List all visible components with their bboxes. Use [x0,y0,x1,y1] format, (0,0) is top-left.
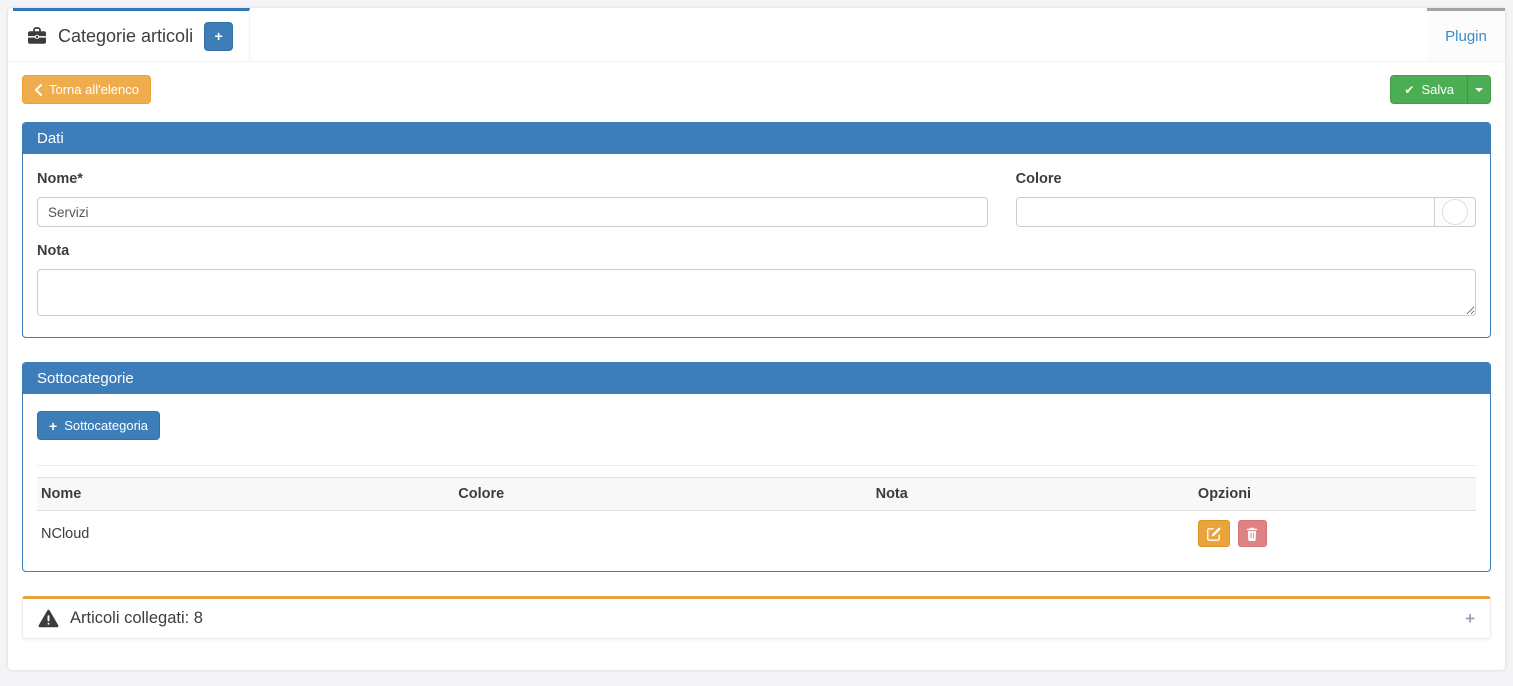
nota-textarea[interactable] [37,269,1476,316]
edit-row-button[interactable] [1198,520,1230,547]
save-dropdown-button[interactable] [1467,75,1491,104]
caret-down-icon [1475,88,1483,92]
column-header-opzioni: Opzioni [1194,478,1476,511]
save-button[interactable]: ✔ Salva [1390,75,1467,104]
articoli-collegati-panel[interactable]: Articoli collegati: 8 + [22,596,1491,639]
save-button-label: Salva [1421,82,1454,97]
sottocategorie-table: Nome Colore Nota Opzioni NCloud [37,477,1476,555]
briefcase-icon [27,27,47,45]
nota-field-group: Nota [37,243,1476,321]
sottocategorie-panel-title: Sottocategorie [23,363,1490,394]
color-picker-addon[interactable] [1435,197,1476,227]
tab-label: Categorie articoli [58,26,193,47]
nome-label: Nome* [37,171,988,187]
add-sottocategoria-button[interactable]: + Sottocategoria [37,411,160,440]
articoli-collegati-label: Articoli collegati: 8 [70,609,203,628]
plus-icon: + [49,419,57,433]
dati-panel: Dati Nome* Colore Nota [22,122,1491,338]
tab-plugin[interactable]: Plugin [1427,8,1505,61]
column-header-nome: Nome [37,478,454,511]
expand-plus-icon[interactable]: + [1465,610,1475,627]
warning-triangle-icon [38,609,59,628]
dati-panel-body: Nome* Colore Nota [23,154,1490,337]
sottocategorie-panel: Sottocategorie + Sottocategoria Nome Col… [22,362,1491,572]
cell-nota [872,511,1194,556]
main-content-card: Categorie articoli + Plugin Torna all'el… [8,8,1505,670]
edit-pencil-icon [1207,527,1221,541]
action-toolbar: Torna all'elenco ✔ Salva [8,62,1505,122]
cell-colore [454,511,871,556]
nome-field-group: Nome* [37,171,988,227]
tab-categorie-articoli[interactable]: Categorie articoli + [13,8,250,61]
colore-field-group: Colore [1016,171,1476,227]
add-sottocategoria-label: Sottocategoria [64,418,148,433]
cell-nome: NCloud [37,511,454,556]
chevron-left-icon [34,84,42,96]
column-header-nota: Nota [872,478,1194,511]
plugin-link[interactable]: Plugin [1445,28,1487,45]
colore-input[interactable] [1016,197,1435,227]
plus-icon: + [214,29,222,43]
nome-input[interactable] [37,197,988,227]
tab-bar: Categorie articoli + Plugin [8,8,1505,62]
delete-row-button[interactable] [1238,520,1267,547]
back-button-label: Torna all'elenco [49,82,139,97]
check-icon: ✔ [1404,84,1414,96]
dati-panel-title: Dati [23,123,1490,154]
add-record-button[interactable]: + [204,22,233,51]
column-header-colore: Colore [454,478,871,511]
divider [37,465,1476,466]
color-swatch-circle-icon [1442,199,1468,225]
table-row: NCloud [37,511,1476,556]
back-to-list-button[interactable]: Torna all'elenco [22,75,151,104]
colore-label: Colore [1016,171,1476,187]
table-header-row: Nome Colore Nota Opzioni [37,478,1476,511]
sottocategorie-panel-body: + Sottocategoria Nome Colore Nota Opzion… [23,394,1490,571]
cell-opzioni [1194,511,1476,556]
save-button-group: ✔ Salva [1390,75,1491,104]
nota-label: Nota [37,243,1476,259]
trash-icon [1246,527,1258,541]
